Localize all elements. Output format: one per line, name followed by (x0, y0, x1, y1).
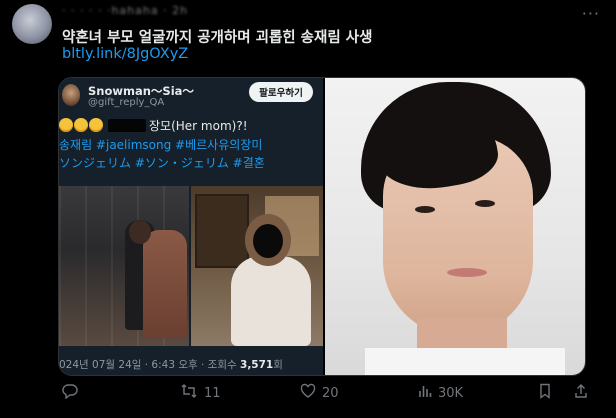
couple-photo (59, 186, 189, 346)
redacted-block (108, 118, 146, 132)
analytics-icon (418, 383, 432, 403)
woman-photo (191, 186, 323, 346)
embedded-hashtags: 송재림 #jaelimsong #베르사유의장미 (59, 138, 263, 152)
embedded-text-line: 장모(Her mom)?! (59, 116, 248, 134)
portrait-photo (325, 78, 585, 375)
reply-icon (62, 383, 78, 403)
more-options-icon[interactable]: ··· (582, 4, 600, 23)
tweet-header-meta: · · · · · ·hahaha · 2h (62, 4, 189, 17)
share-button[interactable] (574, 383, 588, 403)
tweet-media[interactable]: Snowman〜Sia〜 @gift_reply_QA 팔로우하기 장모(Her… (58, 77, 586, 376)
embedded-handle: @gift_reply_QA (88, 97, 165, 108)
tweet-link[interactable]: bltly.link/8JgOXyZ (62, 46, 188, 62)
embedded-hashtags: ソンジェリム #ソン・ジェリム #결혼 (59, 156, 265, 170)
emoji-icon (74, 118, 88, 132)
bookmark-icon (538, 383, 552, 403)
heart-icon (300, 383, 316, 403)
share-icon (574, 383, 588, 403)
retweet-button[interactable]: 11 (180, 383, 221, 403)
bookmark-button[interactable] (538, 383, 552, 403)
avatar[interactable] (12, 4, 52, 44)
embedded-photos (59, 186, 323, 346)
like-button[interactable]: 20 (300, 383, 339, 403)
views-button[interactable]: 30K (418, 383, 463, 403)
emoji-icon (59, 118, 73, 132)
embedded-text: 장모(Her mom)?! (149, 118, 248, 133)
reply-button[interactable] (62, 383, 84, 403)
tweet-text: 약혼녀 부모 얼굴까지 공개하며 괴롭힌 송재림 사생 (62, 30, 373, 46)
embedded-timestamp: 024년 07월 24일 · 6:43 오후 · 조회수 3,571회 (59, 359, 283, 371)
tweet-actions: 11 20 30K (56, 383, 596, 407)
embedded-avatar (62, 84, 80, 106)
retweet-icon (180, 383, 198, 403)
emoji-icon (89, 118, 103, 132)
embedded-follow-button: 팔로우하기 (249, 82, 313, 102)
embedded-screenshot[interactable]: Snowman〜Sia〜 @gift_reply_QA 팔로우하기 장모(Her… (59, 78, 323, 375)
